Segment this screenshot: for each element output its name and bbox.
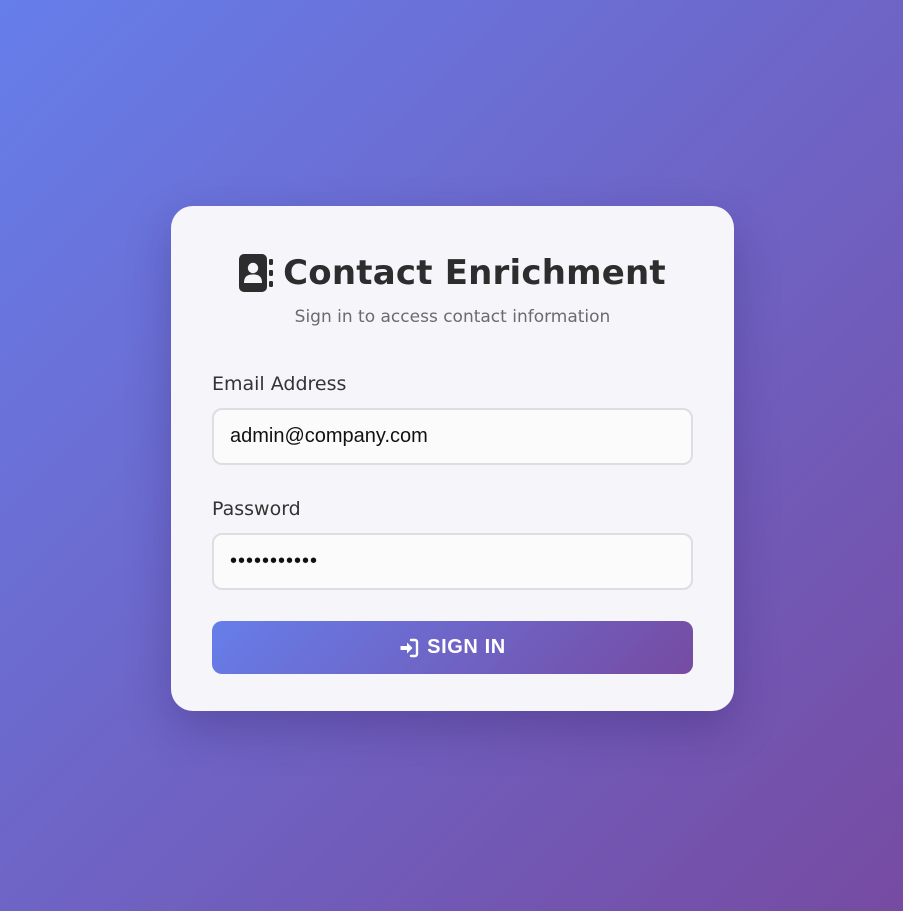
email-field[interactable] xyxy=(212,408,693,465)
sign-in-button-label: SIGN IN xyxy=(427,636,506,658)
sign-in-button[interactable]: SIGN IN xyxy=(212,621,693,674)
page-title: Contact Enrichment xyxy=(283,253,666,293)
login-card: Contact Enrichment Sign in to access con… xyxy=(171,206,734,711)
page-subtitle: Sign in to access contact information xyxy=(294,307,611,327)
password-field[interactable] xyxy=(212,533,693,590)
login-header: Contact Enrichment Sign in to access con… xyxy=(212,252,693,328)
sign-in-icon xyxy=(399,638,419,658)
email-label: Email Address xyxy=(212,373,347,395)
address-book-icon xyxy=(239,254,274,292)
password-label: Password xyxy=(212,498,301,520)
app-title: Contact Enrichment xyxy=(212,252,693,294)
